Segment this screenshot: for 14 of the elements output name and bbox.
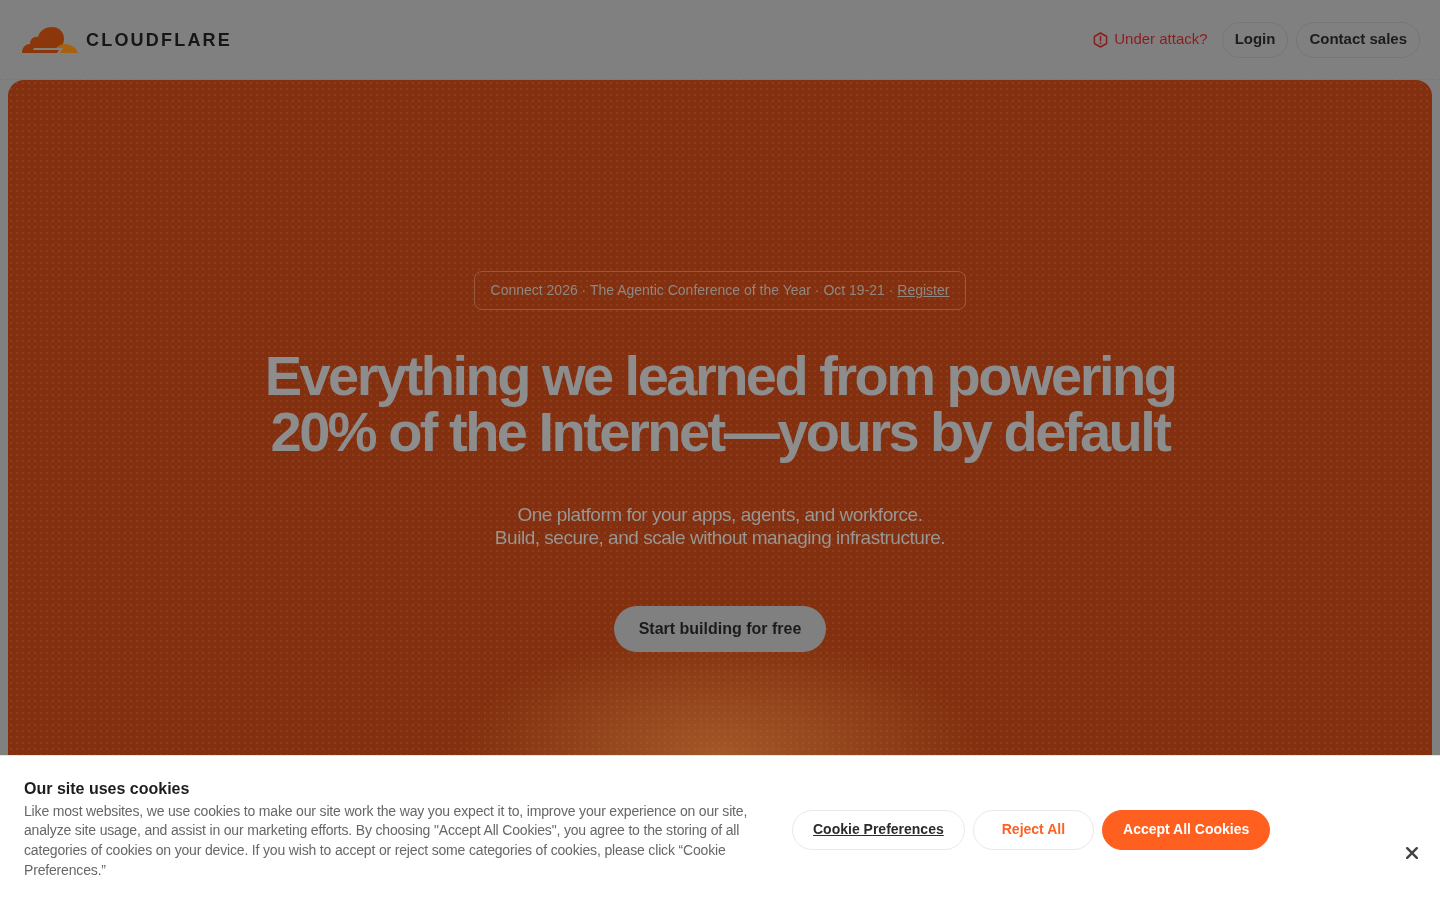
announcement-text: Connect 2026 · The Agentic Conference of the Year · Oct 19-21 · Register: [490, 281, 950, 300]
under-attack-link[interactable]: Under attack?: [1093, 28, 1208, 51]
register-link[interactable]: Register: [897, 282, 950, 298]
start-building-button[interactable]: Start building for free: [613, 606, 827, 652]
close-icon: [1406, 847, 1418, 859]
accept-all-button[interactable]: Accept All Cookies: [1102, 809, 1271, 850]
warning-hexagon-icon: [1093, 31, 1109, 48]
cookie-preferences-button[interactable]: Cookie Preferences: [792, 809, 965, 850]
hero-subtitle: One platform for your apps, agents, and workforce. Build, secure, and scale without managing infrastructure.: [494, 503, 946, 549]
cookie-title: Our site uses cookies: [24, 778, 191, 799]
logo-wordmark: CLOUDFLARE: [86, 30, 232, 49]
cloud-logo-icon: [20, 26, 78, 53]
reject-all-button[interactable]: Reject All: [972, 809, 1094, 850]
cookie-description: Like most websites, we use cookies to make our site work the way you expect it to, improve your experience on our site, analyze site usage, and assist in our marketing efforts. By choosing "Accept All Cookies", you agree to the storing of all categories of cookies on your device. If you wish to accept or reject some categories of cookies, please click “Cookie Preferences.”: [24, 801, 749, 880]
